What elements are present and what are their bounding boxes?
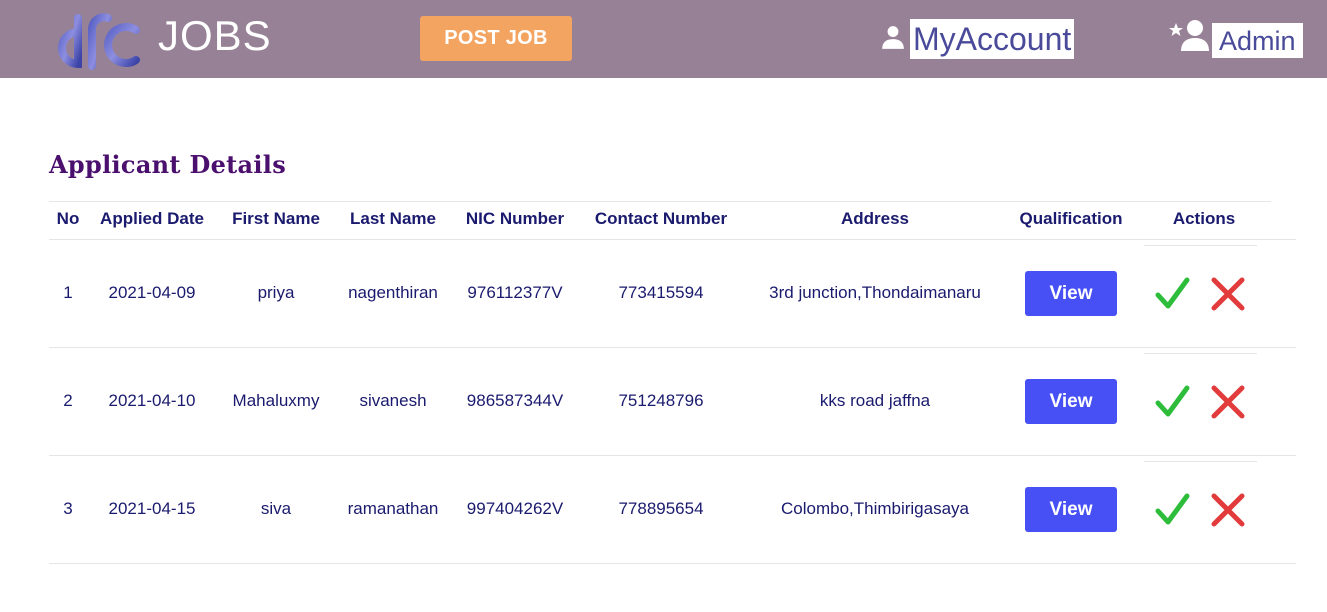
dfc-logo[interactable] [48,4,142,72]
cell-nic-number: 976112377V [467,283,563,302]
column-header-nic-number: NIC Number [465,209,565,228]
cell-first-name: priya [257,283,295,302]
cell-last-name: ramanathan [347,499,439,518]
cell-address: 3rd junction,Thondaimanaru [769,283,981,302]
cell-applied-date: 2021-04-15 [108,499,196,518]
cell-last-name: sivanesh [359,391,427,410]
brand-title[interactable]: JOBS [158,12,272,60]
table-top-divider [49,201,1271,202]
column-header-last-name: Last Name [350,209,436,228]
post-job-button[interactable]: POST JOB [420,16,572,61]
my-account-link[interactable]: MyAccount [910,19,1075,59]
cell-applied-date: 2021-04-10 [108,391,196,410]
actions-divider [1144,245,1257,246]
table-row: 3 2021-04-15 siva ramanathan 997404262V … [0,456,1327,564]
cell-first-name: Mahaluxmy [232,391,320,410]
column-header-applied-date: Applied Date [100,209,204,228]
approve-check-icon[interactable] [1154,276,1190,312]
admin-user-star-icon[interactable] [1168,18,1212,52]
cell-last-name: nagenthiran [348,283,438,302]
column-header-contact-number: Contact Number [594,209,728,228]
cell-no: 2 [63,391,73,410]
approve-check-icon[interactable] [1154,492,1190,528]
cell-address: Colombo,Thimbirigasaya [780,499,970,518]
column-header-first-name: First Name [232,209,320,228]
view-qualification-button[interactable]: View [1025,271,1117,316]
top-navbar: JOBS POST JOB MyAccount Admin [0,0,1327,78]
page-title: Applicant Details [49,150,287,179]
reject-cross-icon[interactable] [1210,277,1246,311]
column-header-no: No [56,209,80,228]
reject-cross-icon[interactable] [1210,493,1246,527]
cell-no: 1 [63,283,73,302]
view-qualification-button[interactable]: View [1025,487,1117,532]
table-row: 1 2021-04-09 priya nagenthiran 976112377… [0,240,1327,348]
cell-contact-number: 778895654 [618,499,704,518]
cell-address: kks road jaffna [819,391,931,410]
actions-divider [1144,461,1257,462]
admin-link[interactable]: Admin [1212,23,1303,58]
cell-no: 3 [63,499,73,518]
column-header-qualification: Qualification [1019,209,1123,228]
reject-cross-icon[interactable] [1210,385,1246,419]
cell-nic-number: 997404262V [466,499,564,518]
cell-nic-number: 986587344V [466,391,564,410]
column-header-address: Address [840,209,910,228]
cell-applied-date: 2021-04-09 [108,283,196,302]
view-qualification-button[interactable]: View [1025,379,1117,424]
cell-contact-number: 773415594 [618,283,704,302]
cell-first-name: siva [260,499,292,518]
actions-divider [1144,353,1257,354]
table-row: 2 2021-04-10 Mahaluxmy sivanesh 98658734… [0,348,1327,456]
approve-check-icon[interactable] [1154,384,1190,420]
cell-contact-number: 751248796 [618,391,704,410]
user-icon[interactable] [880,24,906,50]
row-divider [49,563,1296,564]
column-header-actions: Actions [1172,209,1236,228]
